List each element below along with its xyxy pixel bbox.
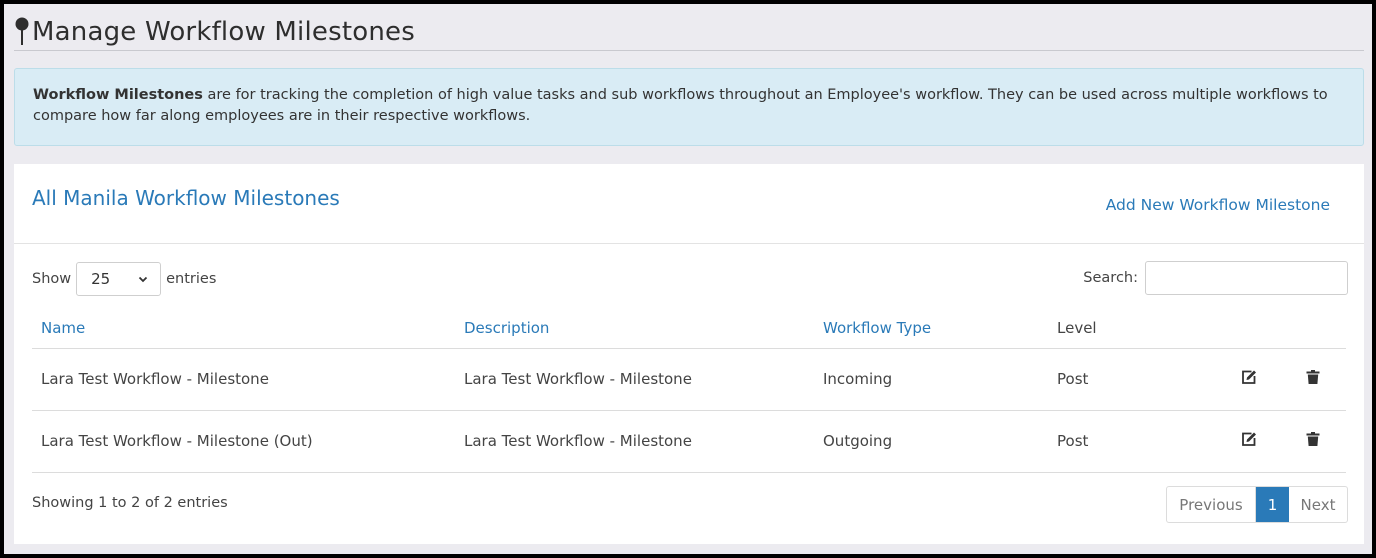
next-page-button[interactable]: Next — [1289, 487, 1347, 522]
cell-name: Lara Test Workflow - Milestone (Out) — [32, 410, 455, 473]
milestones-table: Name Description Workflow Type Level Lar… — [32, 308, 1346, 473]
cell-description: Lara Test Workflow - Milestone — [455, 410, 814, 473]
chevron-down-icon — [138, 276, 148, 283]
cell-delete — [1280, 410, 1346, 473]
add-milestone-link[interactable]: Add New Workflow Milestone — [1106, 196, 1330, 214]
table-info: Showing 1 to 2 of 2 entries — [32, 495, 228, 511]
trash-icon[interactable] — [1305, 369, 1321, 385]
card-divider — [14, 243, 1364, 244]
edit-icon[interactable] — [1241, 431, 1257, 447]
alert-bold-text: Workflow Milestones — [33, 87, 203, 103]
cell-description: Lara Test Workflow - Milestone — [455, 348, 814, 411]
cell-level: Post — [1048, 410, 1218, 473]
pagination: Previous 1 Next — [1166, 486, 1348, 523]
cell-edit — [1218, 348, 1280, 411]
card-title: All Manila Workflow Milestones — [32, 186, 340, 210]
cell-edit — [1218, 410, 1280, 473]
search-label: Search: — [1083, 270, 1138, 286]
search-control: Search: — [1083, 261, 1348, 295]
cell-name: Lara Test Workflow - Milestone — [32, 348, 455, 411]
table-header-row: Name Description Workflow Type Level — [32, 308, 1346, 349]
page-header: Manage Workflow Milestones — [14, 13, 1364, 51]
show-label: Show — [32, 271, 72, 287]
cell-level: Post — [1048, 348, 1218, 411]
page-length-control: Show 25 entries — [32, 262, 216, 296]
table-row: Lara Test Workflow - Milestone (Out) Lar… — [32, 410, 1346, 473]
alert-text: are for tracking the completion of high … — [33, 87, 1328, 124]
milestones-card: All Manila Workflow Milestones Add New W… — [14, 164, 1364, 544]
cell-delete — [1280, 348, 1346, 411]
trash-icon[interactable] — [1305, 431, 1321, 447]
page-size-value: 25 — [91, 270, 111, 288]
cell-workflow-type: Incoming — [814, 348, 1048, 411]
page-1-button[interactable]: 1 — [1256, 487, 1289, 522]
entries-label: entries — [166, 271, 217, 287]
page-frame: Manage Workflow Milestones Workflow Mile… — [4, 4, 1372, 554]
info-alert: Workflow Milestones are for tracking the… — [14, 68, 1364, 146]
map-pin-icon — [15, 17, 29, 45]
search-input[interactable] — [1145, 261, 1348, 295]
page-size-select[interactable]: 25 — [76, 262, 162, 296]
edit-icon[interactable] — [1241, 369, 1257, 385]
cell-workflow-type: Outgoing — [814, 410, 1048, 473]
column-header-workflow-type[interactable]: Workflow Type — [814, 308, 1048, 349]
column-header-edit — [1218, 308, 1280, 349]
column-header-description[interactable]: Description — [455, 308, 814, 349]
column-header-level: Level — [1048, 308, 1218, 349]
previous-page-button[interactable]: Previous — [1167, 487, 1256, 522]
column-header-name[interactable]: Name — [32, 308, 455, 349]
table-row: Lara Test Workflow - Milestone Lara Test… — [32, 348, 1346, 411]
column-header-delete — [1280, 308, 1346, 349]
page-title: Manage Workflow Milestones — [32, 16, 415, 47]
